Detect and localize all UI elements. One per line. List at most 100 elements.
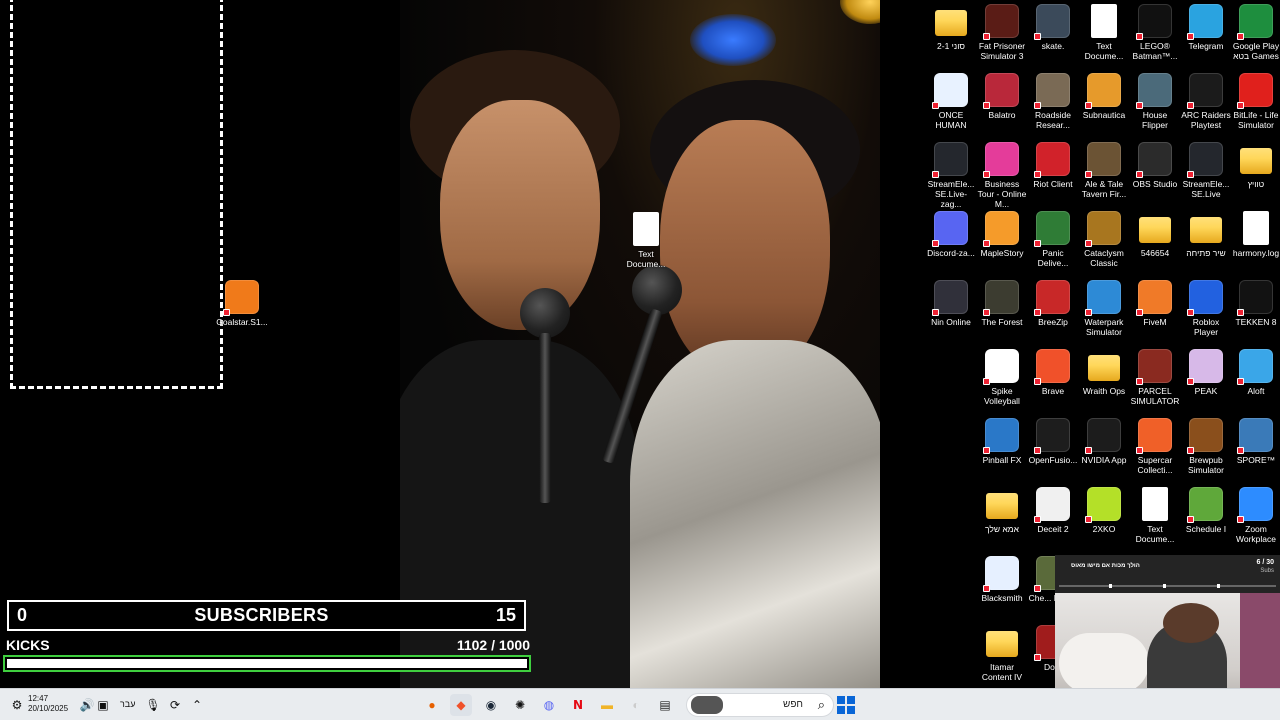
- desktop-icon[interactable]: FiveM: [1129, 280, 1181, 327]
- desktop-icon[interactable]: טוויץ: [1230, 142, 1280, 189]
- shortcut-badge-icon: [983, 240, 990, 247]
- desktop-icon[interactable]: Roblox Player: [1180, 280, 1232, 337]
- desktop-icon[interactable]: Pinball FX: [976, 418, 1028, 465]
- chatgpt-icon[interactable]: ✺: [509, 694, 531, 716]
- desktop-icon[interactable]: Ale & Tale Tavern Fir...: [1078, 142, 1130, 199]
- sub-goal-tick: [1217, 584, 1220, 588]
- desktop-icon-label: 546654: [1140, 248, 1170, 258]
- desktop-icon[interactable]: LEGO® Batman™...: [1129, 4, 1181, 61]
- desktop-icon[interactable]: Brave: [1027, 349, 1079, 396]
- desktop-icon[interactable]: NVIDIA App: [1078, 418, 1130, 465]
- desktop-icon[interactable]: Telegram: [1180, 4, 1232, 51]
- desktop-icon[interactable]: Google Play בטא Games: [1230, 4, 1280, 61]
- clock[interactable]: 12:47 20/10/2025: [28, 694, 68, 714]
- desktop-icon[interactable]: Riot Client: [1027, 142, 1079, 189]
- app-icon: [932, 280, 968, 316]
- desktop-icon[interactable]: ARC Raiders Playtest: [1180, 73, 1232, 130]
- desktop-icon[interactable]: Panic Delive...: [1027, 211, 1079, 268]
- desktop-icon[interactable]: The Forest: [976, 280, 1028, 327]
- desktop-icon[interactable]: MapleStory: [976, 211, 1028, 258]
- app-icon: [1034, 142, 1070, 178]
- desktop-icon[interactable]: harmony.log: [1230, 211, 1280, 258]
- desktop-icon[interactable]: TEKKEN 8: [1230, 280, 1280, 327]
- desktop-icon[interactable]: Goalstar.S1...: [216, 280, 268, 327]
- chevron-up-icon[interactable]: ⌃: [186, 694, 208, 716]
- desktop-icon-label: Discord-za...: [927, 248, 975, 258]
- desktop-icon[interactable]: 546654: [1129, 211, 1181, 258]
- desktop-icon[interactable]: Schedule I: [1180, 487, 1232, 534]
- sync-icon[interactable]: ⟳: [164, 694, 186, 716]
- desktop-icon[interactable]: סוני 2-1: [925, 4, 977, 51]
- desktop-icon[interactable]: Subnautica: [1078, 73, 1130, 120]
- discord-icon[interactable]: ◍: [538, 694, 560, 716]
- terminal-icon[interactable]: ▤: [654, 694, 676, 716]
- desktop-icon[interactable]: BreeZip: [1027, 280, 1079, 327]
- file-explorer-icon[interactable]: ▬: [596, 694, 618, 716]
- desktop-icon[interactable]: Blacksmith: [976, 556, 1028, 603]
- desktop-icon[interactable]: Wraith Ops: [1078, 349, 1130, 396]
- settings-gear-icon[interactable]: ⚙: [6, 694, 28, 716]
- desktop-icon[interactable]: Waterpark Simulator: [1078, 280, 1130, 337]
- shortcut-badge-icon: [1034, 102, 1041, 109]
- shortcut-badge-icon: [1187, 33, 1194, 40]
- microphone-icon[interactable]: 🎙: [142, 694, 164, 716]
- desktop-icon[interactable]: Brewpub Simulator: [1180, 418, 1232, 475]
- desktop-icon[interactable]: Aloft: [1230, 349, 1280, 396]
- desktop-icon-label: skate.: [1041, 41, 1065, 51]
- desktop-icon[interactable]: שיר פתיחה: [1180, 211, 1232, 258]
- app-icon: [1034, 73, 1070, 109]
- sub-goal-title: הולך מכות אם מישו מאוס: [1071, 563, 1140, 569]
- desktop-icon[interactable]: ONCE HUMAN: [925, 73, 977, 130]
- desktop-icon[interactable]: Discord-za...: [925, 211, 977, 258]
- desktop-icon[interactable]: Nin Online: [925, 280, 977, 327]
- desktop-icon-label: ONCE HUMAN: [935, 110, 967, 130]
- desktop-icon[interactable]: Fat Prisoner Simulator 3: [976, 4, 1028, 61]
- desktop-icon[interactable]: 2XKO: [1078, 487, 1130, 534]
- desktop-icon[interactable]: Supercar Collecti...: [1129, 418, 1181, 475]
- desktop-icon[interactable]: Spike Volleyball: [976, 349, 1028, 406]
- language-indicator[interactable]: עבר: [120, 699, 135, 709]
- shortcut-badge-icon: [1187, 447, 1194, 454]
- desktop-icon[interactable]: Text Docume...: [1078, 4, 1130, 61]
- taskbar-search[interactable]: חפש ⌕: [686, 693, 834, 717]
- desktop-icon-label: Waterpark Simulator: [1084, 317, 1124, 337]
- desktop-icon[interactable]: Balatro: [976, 73, 1028, 120]
- desktop-icon[interactable]: skate.: [1027, 4, 1079, 51]
- desktop-icon[interactable]: OpenFusio...: [1027, 418, 1079, 465]
- network-icon[interactable]: ▣: [92, 694, 114, 716]
- desktop-icon[interactable]: PEAK: [1180, 349, 1232, 396]
- app-icon[interactable]: ◐: [625, 694, 647, 716]
- desktop-icon[interactable]: House Flipper: [1129, 73, 1181, 130]
- desktop-icon[interactable]: Business Tour - Online M...: [976, 142, 1028, 209]
- app-icon: [1085, 280, 1121, 316]
- desktop-icon-label: Blacksmith: [981, 593, 1023, 603]
- desktop-icon[interactable]: Text Docume...: [620, 212, 672, 269]
- desktop-icon[interactable]: StreamEle... SE.Live-zag...: [925, 142, 977, 209]
- desktop-icon[interactable]: BitLife - Life Simulator: [1230, 73, 1280, 130]
- shortcut-badge-icon: [223, 309, 230, 316]
- desktop-icon[interactable]: SPORE™: [1230, 418, 1280, 465]
- desktop-icon[interactable]: Text Docume...: [1129, 487, 1181, 544]
- desktop-icon-label: Text Docume...: [626, 249, 666, 269]
- desktop-icon[interactable]: Itamar Content IV: [976, 625, 1028, 682]
- desktop-icon[interactable]: Roadside Resear...: [1027, 73, 1079, 130]
- clock-time: 12:47: [28, 694, 49, 703]
- shortcut-badge-icon: [932, 102, 939, 109]
- firefox-icon[interactable]: ●: [421, 694, 443, 716]
- netflix-icon[interactable]: N: [567, 694, 589, 716]
- steam-icon[interactable]: ◉: [480, 694, 502, 716]
- desktop-icon[interactable]: Cataclysm Classic: [1078, 211, 1130, 268]
- app-icon: [932, 142, 968, 178]
- desktop-icon[interactable]: StreamEle... SE.Live: [1180, 142, 1232, 199]
- start-button[interactable]: [834, 694, 858, 716]
- shortcut-badge-icon: [1085, 516, 1092, 523]
- desktop-icon[interactable]: Zoom Workplace: [1230, 487, 1280, 544]
- desktop-icon[interactable]: אמא שלך: [976, 487, 1028, 534]
- brave-icon[interactable]: ◆: [450, 694, 472, 716]
- kicks-label: KICKS: [6, 637, 50, 653]
- folder-icon: [935, 10, 967, 36]
- desktop-icon[interactable]: PARCEL SIMULATOR: [1129, 349, 1181, 406]
- desktop-icon[interactable]: Deceit 2: [1027, 487, 1079, 534]
- document-icon: [1091, 4, 1117, 38]
- desktop-icon[interactable]: OBS Studio: [1129, 142, 1181, 189]
